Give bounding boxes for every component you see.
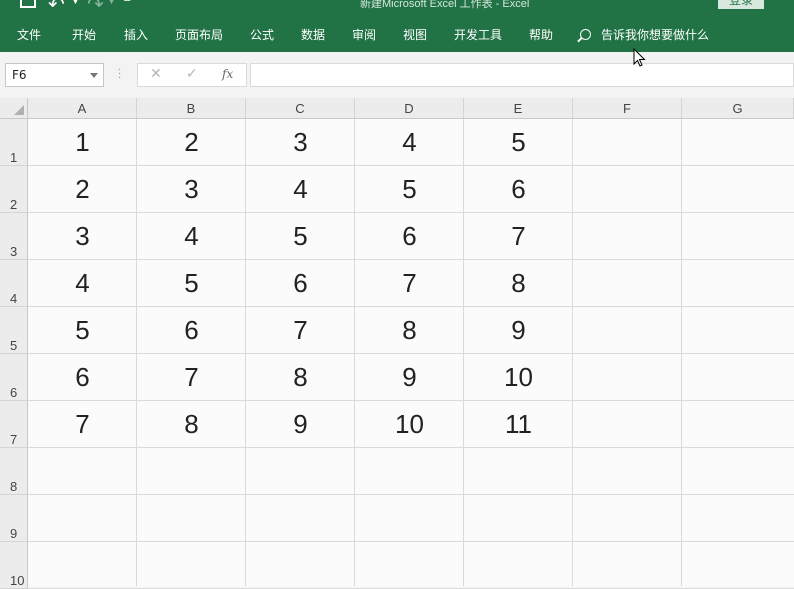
row-number: 4 — [10, 291, 18, 306]
row-header-7[interactable]: 7 — [0, 401, 28, 448]
cell-d1[interactable]: 4 — [355, 119, 464, 166]
column-header-g[interactable]: G — [682, 98, 794, 119]
column-header-c[interactable]: C — [246, 98, 355, 119]
name-box-value: F6 — [12, 68, 27, 82]
tab-review[interactable]: 审阅 — [352, 22, 376, 52]
formula-controls: ✕ ✓ fx — [137, 63, 247, 87]
cell-b1[interactable]: 2 — [137, 119, 246, 166]
tab-file[interactable]: 文件 — [17, 22, 41, 52]
cell-b4[interactable]: 5 — [137, 260, 246, 307]
insert-function-icon[interactable]: fx — [222, 67, 233, 81]
cell-a7[interactable]: 7 — [28, 401, 137, 448]
column-header-d[interactable]: D — [355, 98, 464, 119]
cell-b5[interactable]: 6 — [137, 307, 246, 354]
cell-c6[interactable]: 8 — [246, 354, 355, 401]
undo-dropdown-icon[interactable]: ▼ — [72, 0, 79, 6]
search-icon — [580, 29, 591, 40]
cell-b3[interactable]: 4 — [137, 213, 246, 260]
cell-d7[interactable]: 10 — [355, 401, 464, 448]
cell-e4[interactable]: 8 — [464, 260, 573, 307]
cell-e3[interactable]: 7 — [464, 213, 573, 260]
tab-formulas[interactable]: 公式 — [250, 22, 274, 52]
more-options-icon[interactable]: · · · — [118, 66, 121, 84]
row-number: 3 — [10, 244, 18, 259]
check-icon[interactable]: ✓ — [186, 66, 198, 82]
tab-page-layout[interactable]: 页面布局 — [175, 22, 223, 52]
cell-c7[interactable]: 9 — [246, 401, 355, 448]
formula-input[interactable] — [250, 63, 794, 87]
cell-a1[interactable]: 1 — [28, 119, 137, 166]
cell-a5[interactable]: 5 — [28, 307, 137, 354]
cell-c5[interactable]: 7 — [246, 307, 355, 354]
row-header-10[interactable]: 10 — [0, 542, 28, 589]
row-header-3[interactable]: 3 — [0, 213, 28, 260]
row-number: 1 — [10, 150, 18, 165]
tab-home[interactable]: 开始 — [72, 22, 96, 52]
tab-developer[interactable]: 开发工具 — [454, 22, 502, 52]
row-header-5[interactable]: 5 — [0, 307, 28, 354]
cell-e5[interactable]: 9 — [464, 307, 573, 354]
cell-a3[interactable]: 3 — [28, 213, 137, 260]
row-number: 5 — [10, 338, 18, 353]
customize-quick-access-icon[interactable]: ≡ — [123, 0, 131, 5]
column-header-e[interactable]: E — [464, 98, 573, 119]
redo-icon[interactable]: ↷ — [87, 0, 104, 16]
row-number: 9 — [10, 526, 18, 541]
cell-c2[interactable]: 4 — [246, 166, 355, 213]
cell-c3[interactable]: 5 — [246, 213, 355, 260]
cell-c1[interactable]: 3 — [246, 119, 355, 166]
row-header-1[interactable]: 1 — [0, 119, 28, 166]
cancel-icon[interactable]: ✕ — [150, 66, 162, 82]
title-bar: ↶ ▼ ↷ ▼ ≡ 新建Microsoft Excel 工作表 - Excel … — [0, 0, 794, 22]
login-button[interactable]: 登录 — [718, 0, 764, 9]
save-icon[interactable] — [20, 0, 36, 8]
cell-b7[interactable]: 8 — [137, 401, 246, 448]
chevron-down-icon[interactable] — [90, 73, 98, 78]
column-header-f[interactable]: F — [573, 98, 682, 119]
column-header-b[interactable]: B — [137, 98, 246, 119]
cell-a4[interactable]: 4 — [28, 260, 137, 307]
cell-e1[interactable]: 5 — [464, 119, 573, 166]
cell-d3[interactable]: 6 — [355, 213, 464, 260]
tab-insert[interactable]: 插入 — [124, 22, 148, 52]
row-number: 7 — [10, 432, 18, 447]
cell-e7[interactable]: 11 — [464, 401, 573, 448]
cell-d2[interactable]: 5 — [355, 166, 464, 213]
row-header-2[interactable]: 2 — [0, 166, 28, 213]
row-gridline — [28, 541, 794, 542]
cell-d5[interactable]: 8 — [355, 307, 464, 354]
select-all-button[interactable] — [0, 98, 28, 119]
row-header-9[interactable]: 9 — [0, 495, 28, 542]
row-header-6[interactable]: 6 — [0, 354, 28, 401]
cell-b2[interactable]: 3 — [137, 166, 246, 213]
cell-a2[interactable]: 2 — [28, 166, 137, 213]
undo-icon[interactable]: ↶ — [48, 0, 65, 16]
tab-help[interactable]: 帮助 — [529, 22, 553, 52]
cell-e6[interactable]: 10 — [464, 354, 573, 401]
cell-a6[interactable]: 6 — [28, 354, 137, 401]
cell-b6[interactable]: 7 — [137, 354, 246, 401]
row-number: 2 — [10, 197, 18, 212]
cell-c4[interactable]: 6 — [246, 260, 355, 307]
tab-data[interactable]: 数据 — [301, 22, 325, 52]
cell-e2[interactable]: 6 — [464, 166, 573, 213]
row-number: 6 — [10, 385, 18, 400]
column-header-a[interactable]: A — [28, 98, 137, 119]
row-header-4[interactable]: 4 — [0, 260, 28, 307]
tell-me-label: 告诉我你想要做什么 — [601, 28, 710, 42]
name-box[interactable]: F6 — [5, 63, 104, 87]
row-gridline — [28, 494, 794, 495]
redo-dropdown-icon[interactable]: ▼ — [108, 0, 115, 6]
worksheet-grid[interactable]: A B C D E F G 1 2 3 4 5 6 7 8 9 10 1 2 3 4 5 2 3 4 5 6 3 4 5 6 7 4 5 6 7 8 5 6… — [0, 98, 794, 589]
cell-d6[interactable]: 9 — [355, 354, 464, 401]
window-title: 新建Microsoft Excel 工作表 - Excel — [360, 0, 530, 10]
cell-d4[interactable]: 7 — [355, 260, 464, 307]
tab-view[interactable]: 视图 — [403, 22, 427, 52]
formula-bar-area: F6 · · · ✕ ✓ fx — [0, 52, 794, 98]
row-number: 8 — [10, 479, 18, 494]
row-header-8[interactable]: 8 — [0, 448, 28, 495]
